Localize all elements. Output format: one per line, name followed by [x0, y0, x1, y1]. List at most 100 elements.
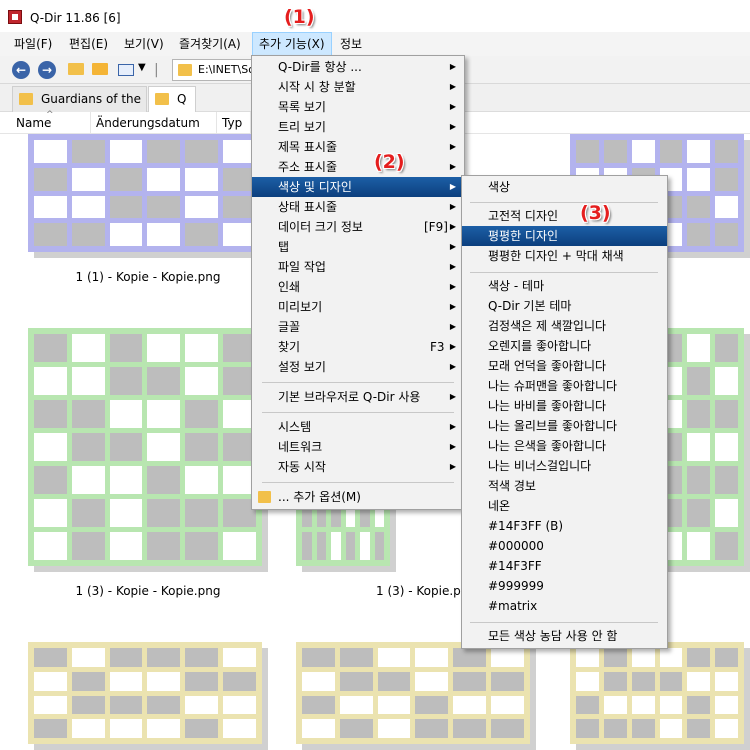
menu-extras[interactable]: 추가 기능(X)	[252, 32, 332, 56]
menu-item-network[interactable]: 네트워크 ▶	[252, 437, 464, 457]
menu-item-more-options[interactable]: ... 추가 옵션(M)	[252, 487, 464, 507]
menu-item-split[interactable]: 시작 시 창 분할 ▶	[252, 77, 464, 97]
extras-menu: Q-Dir를 항상 ... ▶ 시작 시 창 분할 ▶ 목록 보기 ▶ 트리 보기 ▶ …	[251, 55, 465, 510]
thumbnail-cell	[631, 140, 655, 163]
thumbnail-cell	[576, 140, 599, 163]
thumbnail-cell	[360, 532, 370, 560]
menu-favorites[interactable]: 즐겨찾기(A)	[173, 32, 247, 56]
menu-item-status-bar[interactable]: 상태 표시줄 ▶	[252, 197, 464, 217]
menu-item-system[interactable]: 시스템 ▶	[252, 417, 464, 437]
thumbnail-cell	[185, 671, 219, 691]
submenu-item-theme[interactable]: #999999	[462, 576, 667, 596]
column-type[interactable]: Typ	[222, 116, 242, 130]
tab-q[interactable]: Q	[148, 86, 196, 112]
thumbnail-cell	[147, 499, 181, 527]
submenu-item-theme[interactable]: 오렌지를 좋아합니다	[462, 336, 667, 356]
thumbnail-image[interactable]	[296, 642, 530, 744]
thumbnail-cell	[576, 671, 599, 691]
submenu-item-theme[interactable]: 모래 언덕을 좋아합니다	[462, 356, 667, 376]
thumbnail-cell	[415, 695, 449, 715]
thumbnail-cell	[147, 195, 181, 219]
thumbnail-cell	[185, 648, 219, 667]
thumbnail-cell	[659, 140, 683, 163]
thumbnail-cell	[109, 719, 143, 738]
submenu-item-theme[interactable]: #000000	[462, 536, 667, 556]
thumbnail-cell	[302, 532, 312, 560]
menu-item-font[interactable]: 글꼴 ▶	[252, 317, 464, 337]
thumbnail-cell	[109, 671, 143, 691]
thumbnail-cell	[34, 140, 67, 163]
menu-item-always[interactable]: Q-Dir를 항상 ... ▶	[252, 57, 464, 77]
address-path: E:\INET\So	[198, 63, 255, 76]
menu-item-title-bar[interactable]: 제목 표시줄 ▶	[252, 137, 464, 157]
menu-item-autostart[interactable]: 자동 시작 ▶	[252, 457, 464, 477]
thumbnail-cell	[687, 466, 711, 494]
thumbnail-image[interactable]	[570, 642, 744, 744]
thumbnail-cell	[147, 648, 181, 667]
menu-item-data-size[interactable]: 데이터 크기 정보 [F9] ▶	[252, 217, 464, 237]
thumbnail-cell	[109, 532, 143, 560]
menu-edit[interactable]: 편집(E)	[63, 32, 114, 56]
submenu-item-theme[interactable]: 검정색은 제 색깔입니다	[462, 316, 667, 336]
file-caption[interactable]: 1 (3) - Kopie - Kopie.png	[28, 584, 268, 598]
view-grid-icon[interactable]	[118, 64, 134, 76]
menu-separator	[470, 272, 658, 273]
menu-item-file-ops[interactable]: 파일 작업 ▶	[252, 257, 464, 277]
tab-guardians[interactable]: Guardians of the ...	[12, 86, 147, 120]
submenu-item-theme[interactable]: #14F3FF (B)	[462, 516, 667, 536]
menu-item-tabs[interactable]: 탭 ▶	[252, 237, 464, 257]
submenu-item-theme[interactable]: #matrix	[462, 596, 667, 616]
submenu-item-theme[interactable]: 나는 비너스걸입니다	[462, 456, 667, 476]
menu-item-color-design[interactable]: 색상 및 디자인 ▶	[252, 177, 464, 197]
column-date[interactable]: Änderungsdatum	[96, 116, 200, 130]
thumbnail-cell	[223, 532, 256, 560]
thumbnail-image[interactable]	[28, 134, 262, 252]
thumbnail-cell	[71, 695, 105, 715]
thumbnail-cell	[147, 400, 181, 428]
submenu-item-theme[interactable]: 네온	[462, 496, 667, 516]
thumbnail-cell	[147, 223, 181, 246]
submenu-item-theme[interactable]: 적색 경보	[462, 476, 667, 496]
submenu-item-theme[interactable]: 나는 올리브를 좋아합니다	[462, 416, 667, 436]
thumbnail-cell	[715, 167, 738, 191]
thumbnail-image[interactable]	[28, 642, 262, 744]
submenu-item-disable-shading[interactable]: 모든 색상 농담 사용 안 함	[462, 626, 667, 646]
column-divider[interactable]	[216, 112, 217, 134]
thumbnail-cell	[491, 695, 524, 715]
menu-item-default-browser[interactable]: 기본 브라우저로 Q-Dir 사용 ▶	[252, 387, 464, 407]
menu-view[interactable]: 보기(V)	[118, 32, 170, 56]
menu-item-print[interactable]: 인쇄 ▶	[252, 277, 464, 297]
submenu-item-classic-design[interactable]: 고전적 디자인	[462, 206, 667, 226]
thumbnail-cell	[223, 671, 256, 691]
submenu-item-theme[interactable]: 나는 바비를 좋아합니다	[462, 396, 667, 416]
file-caption[interactable]: 1 (1) - Kopie - Kopie.png	[28, 270, 268, 284]
thumbnail-cell	[576, 695, 599, 715]
menu-item-address-bar[interactable]: 주소 표시줄 ▶	[252, 157, 464, 177]
thumbnail-cell	[631, 648, 655, 667]
thumbnail-cell	[631, 671, 655, 691]
up-folder-icon[interactable]	[68, 63, 86, 81]
menu-item-find[interactable]: 찾기 F3 ▶	[252, 337, 464, 357]
submenu-item-theme[interactable]: #14F3FF	[462, 556, 667, 576]
menu-item-settings-view[interactable]: 설정 보기 ▶	[252, 357, 464, 377]
submenu-item-flat-design-bar[interactable]: 평평한 디자인 + 막대 채색	[462, 246, 667, 266]
thumbnail-cell	[71, 671, 105, 691]
thumbnail-cell	[715, 367, 738, 395]
column-divider[interactable]	[90, 112, 91, 134]
submenu-item-theme[interactable]: Q-Dir 기본 테마	[462, 296, 667, 316]
submenu-item-theme[interactable]: 나는 슈퍼맨을 좋아합니다	[462, 376, 667, 396]
thumbnail-cell	[491, 719, 524, 738]
forward-icon[interactable]: →	[38, 61, 56, 79]
menu-item-preview[interactable]: 미리보기 ▶	[252, 297, 464, 317]
menu-item-list-view[interactable]: 목록 보기 ▶	[252, 97, 464, 117]
menu-info[interactable]: 정보	[334, 32, 368, 56]
submenu-item-flat-design[interactable]: 평평한 디자인	[462, 226, 667, 246]
back-icon[interactable]: ←	[12, 61, 30, 79]
thumbnail-cell	[71, 433, 105, 461]
favorites-folder-icon[interactable]	[92, 63, 110, 81]
thumbnail-cell	[71, 195, 105, 219]
thumbnail-image[interactable]	[28, 328, 262, 566]
submenu-item-theme[interactable]: 나는 은색을 좋아합니다	[462, 436, 667, 456]
menu-item-tree-view[interactable]: 트리 보기 ▶	[252, 117, 464, 137]
menu-file[interactable]: 파일(F)	[8, 32, 58, 56]
